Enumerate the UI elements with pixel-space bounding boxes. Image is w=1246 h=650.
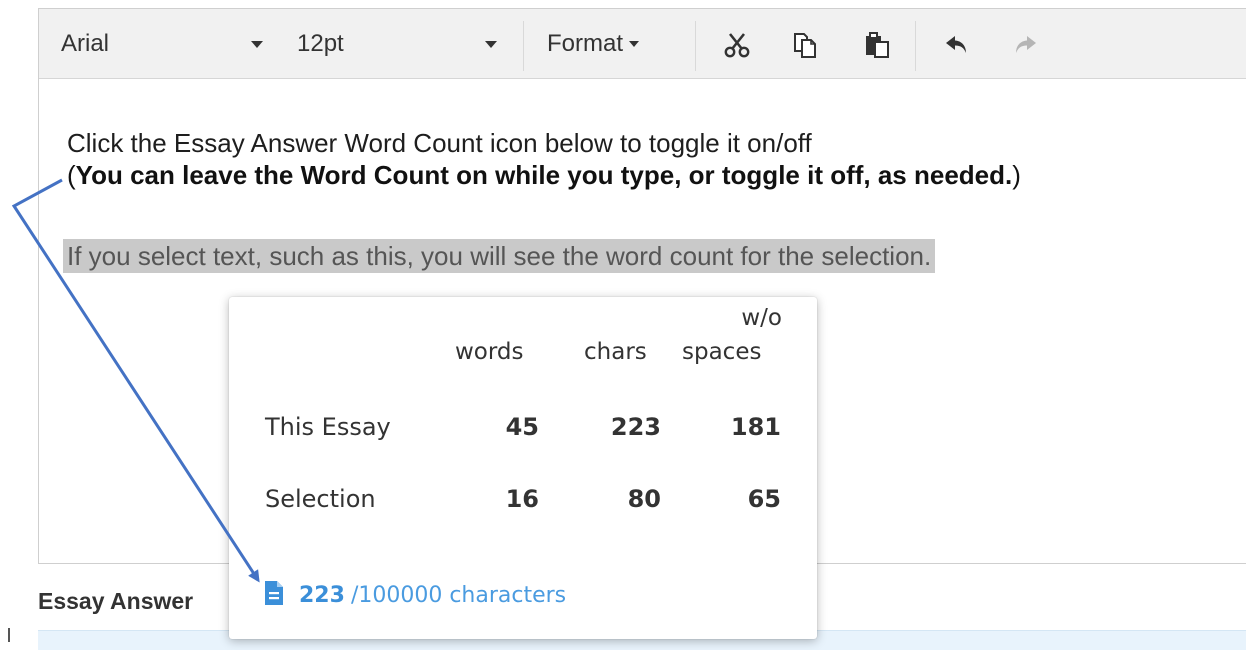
word-count-toggle[interactable]: 223 /100000 characters <box>263 579 566 612</box>
header-wo: w/o <box>741 305 782 331</box>
cut-icon[interactable] <box>721 29 753 61</box>
editor-content[interactable]: Click the Essay Answer Word Count icon b… <box>63 127 1246 273</box>
copy-icon[interactable] <box>789 29 821 61</box>
selection-words: 16 <box>505 485 539 513</box>
selection-chars-no-spaces: 65 <box>747 485 781 513</box>
toolbar-divider <box>695 21 696 71</box>
essay-words: 45 <box>505 413 539 441</box>
font-family-value: Arial <box>61 30 110 57</box>
chevron-down-icon <box>251 41 263 48</box>
undo-icon[interactable] <box>941 29 973 61</box>
redo-icon[interactable] <box>1009 29 1041 61</box>
font-size-value: 12pt <box>297 30 344 57</box>
selected-text[interactable]: If you select text, such as this, you wi… <box>63 239 936 273</box>
instruction-note: (You can leave the Word Count on while y… <box>67 159 1246 191</box>
header-words: words <box>455 339 524 365</box>
editor-toolbar: Arial 12pt Format <box>39 9 1246 79</box>
character-limit: /100000 characters <box>350 583 567 608</box>
paren-close: ) <box>1012 160 1021 190</box>
paren-open: ( <box>67 160 76 190</box>
word-count-popup: words chars w/o spaces This Essay 45 223… <box>229 297 817 639</box>
header-spaces: spaces <box>682 339 762 365</box>
chevron-down-icon <box>485 41 497 48</box>
row-label-this-essay: This Essay <box>265 413 391 441</box>
font-family-select[interactable]: Arial <box>61 9 281 79</box>
edge-marker <box>8 628 10 642</box>
toolbar-divider <box>915 21 916 71</box>
essay-chars-no-spaces: 181 <box>730 413 781 441</box>
paste-icon[interactable] <box>861 29 893 61</box>
instruction-note-bold: You can leave the Word Count on while yo… <box>75 160 1013 190</box>
font-size-select[interactable]: 12pt <box>297 9 507 79</box>
chevron-down-icon <box>629 41 640 47</box>
toolbar-divider <box>523 21 524 71</box>
essay-answer-label: Essay Answer <box>38 588 194 614</box>
row-label-selection: Selection <box>265 485 376 513</box>
header-chars: chars <box>584 339 647 365</box>
essay-chars: 223 <box>610 413 661 441</box>
selection-chars: 80 <box>627 485 661 513</box>
document-icon[interactable] <box>263 579 285 612</box>
character-count: 223 <box>299 583 345 608</box>
instruction-text: Click the Essay Answer Word Count icon b… <box>67 128 812 158</box>
format-menu-button[interactable]: Format <box>547 9 697 79</box>
format-label: Format <box>547 30 624 57</box>
